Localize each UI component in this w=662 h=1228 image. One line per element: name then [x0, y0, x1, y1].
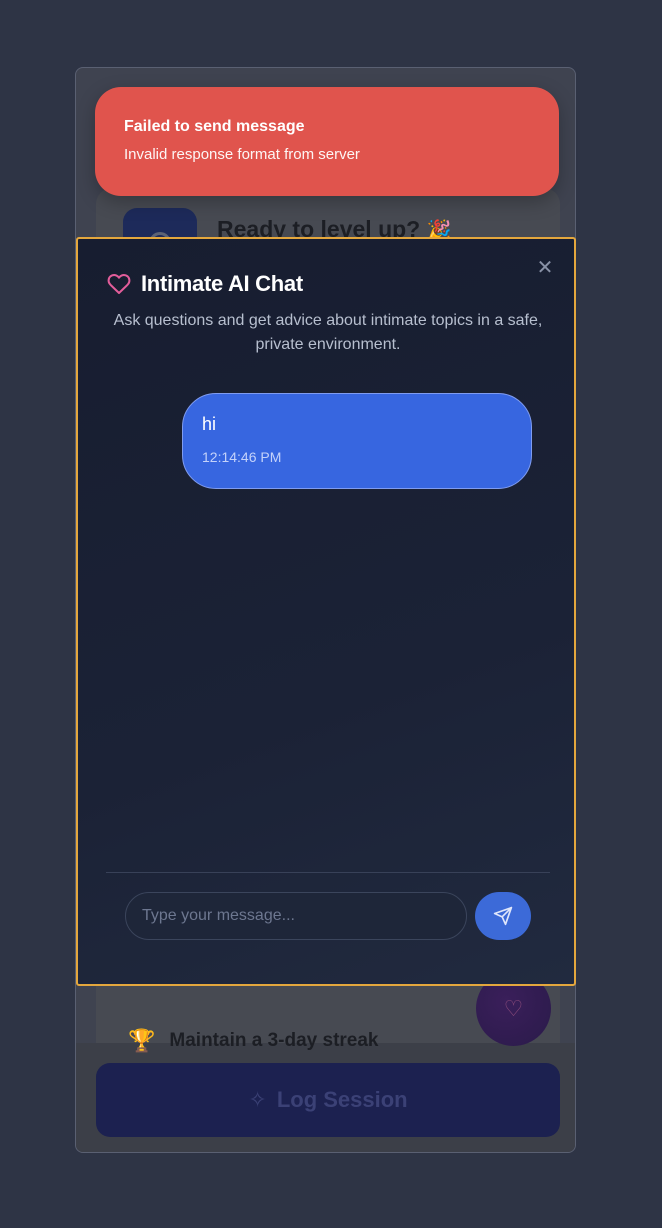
trophy-icon: 🏆 [128, 1028, 156, 1053]
heart-icon: ♡ [503, 995, 524, 1021]
send-icon [493, 906, 513, 926]
toast-title: Failed to send message [124, 118, 305, 135]
error-toast[interactable]: Failed to send message Invalid response … [95, 87, 559, 196]
message-timestamp: 12:14:46 PM [202, 449, 282, 465]
send-button[interactable] [475, 892, 531, 940]
chat-header: Intimate AI Chat [107, 271, 303, 297]
close-icon[interactable]: ✕ [534, 257, 556, 279]
input-divider [106, 872, 550, 873]
log-session-label: Log Session [276, 1087, 408, 1112]
user-message-bubble: hi 12:14:46 PM [182, 393, 532, 489]
streak-goal-item: 🏆 Maintain a 3-day streak [128, 1028, 379, 1054]
chat-title: Intimate AI Chat [141, 271, 303, 296]
heart-outline-icon [107, 274, 131, 294]
chat-modal: ✕ Intimate AI Chat Ask questions and get… [76, 237, 576, 986]
message-input[interactable] [125, 892, 467, 940]
sparkle-icon: ✧ [248, 1087, 267, 1112]
message-text: hi [202, 414, 217, 434]
log-session-button[interactable]: ✧ Log Session [96, 1063, 560, 1137]
streak-goal-label: Maintain a 3-day streak [169, 1030, 379, 1051]
chat-description: Ask questions and get advice about intim… [113, 312, 543, 353]
toast-message: Invalid response format from server [124, 146, 360, 163]
